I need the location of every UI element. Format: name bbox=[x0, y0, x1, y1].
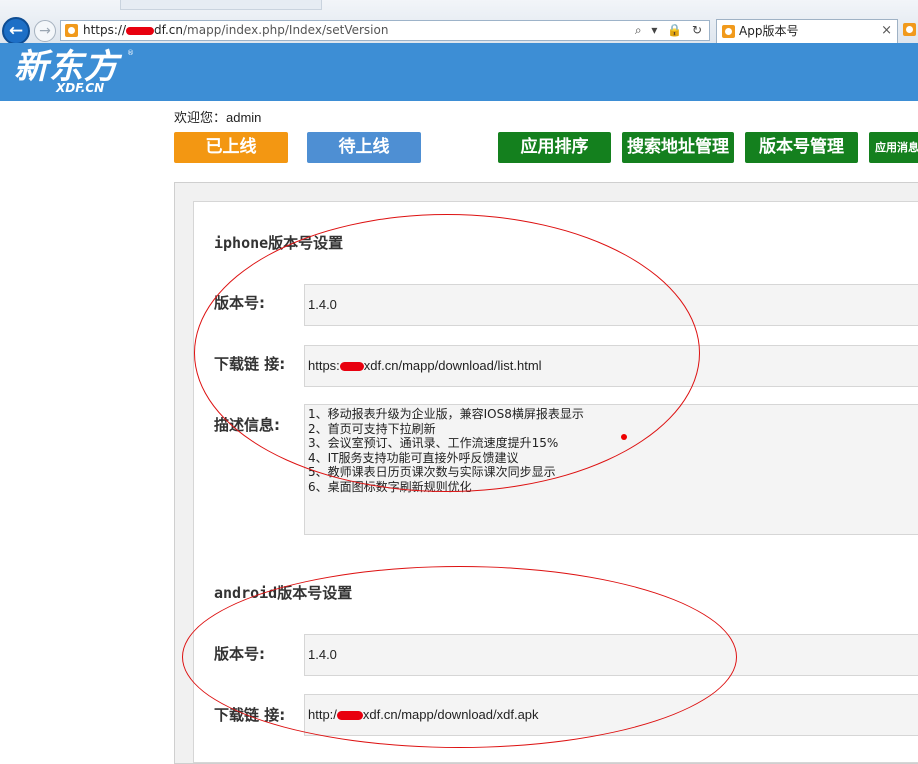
next-tab-favicon-icon bbox=[903, 23, 916, 36]
desc-line: 6、桌面图标数字刷新规则优化 bbox=[308, 479, 472, 494]
logo-trademark: ® bbox=[127, 49, 134, 57]
welcome-text: 欢迎您：admin bbox=[174, 110, 262, 125]
site-favicon-icon bbox=[65, 24, 78, 37]
address-bar[interactable]: https://df.cn/mapp/index.php/Index/setVe… bbox=[60, 20, 710, 41]
iphone-download-label: 下载链 接: bbox=[214, 355, 286, 373]
search-address-button[interactable]: 搜索地址管理 bbox=[622, 132, 734, 163]
tab-app-version[interactable]: App版本号 × bbox=[716, 19, 898, 43]
forward-arrow-icon: → bbox=[39, 23, 51, 39]
app-sort-button[interactable]: 应用排序 bbox=[498, 132, 611, 163]
redaction-mark bbox=[339, 362, 364, 372]
desc-line: 1、移动报表升级为企业版，兼容IOS8横屏报表显示 bbox=[308, 407, 584, 421]
tab-favicon-icon bbox=[722, 25, 735, 38]
logo-subtitle: XDF.CN bbox=[56, 81, 105, 95]
version-manage-button[interactable]: 版本号管理 bbox=[745, 132, 858, 163]
forward-button[interactable]: → bbox=[34, 20, 56, 42]
android-download-input[interactable]: http:/xdf.cn/mapp/download/xdf.apk bbox=[304, 694, 918, 736]
iphone-section-title: iphone版本号设置 bbox=[214, 234, 344, 252]
desc-line: 2、首页可支持下拉刷新 bbox=[308, 421, 436, 436]
background-tab[interactable] bbox=[120, 0, 322, 10]
browser-toolbar: ← → https://df.cn/mapp/index.php/Index/s… bbox=[0, 0, 918, 45]
android-download-label: 下载链 接: bbox=[214, 706, 286, 724]
desc-line: 3、会议室预订、通讯录、工作流速度提升15% bbox=[308, 436, 559, 450]
pending-apps-button[interactable]: 待上线 bbox=[307, 132, 421, 163]
iphone-desc-textarea[interactable]: 1、移动报表升级为企业版，兼容IOS8横屏报表显示 2、首页可支持下拉刷新 3、… bbox=[304, 404, 918, 535]
online-apps-button[interactable]: 已上线 bbox=[174, 132, 288, 163]
app-message-button[interactable]: 应用消息 bbox=[869, 132, 918, 163]
android-version-label: 版本号: bbox=[214, 645, 265, 663]
iphone-desc-label: 描述信息: bbox=[214, 416, 280, 434]
redaction-mark bbox=[336, 711, 363, 721]
iphone-version-label: 版本号: bbox=[214, 294, 265, 312]
tab-close-icon[interactable]: × bbox=[881, 23, 892, 38]
iphone-version-input[interactable]: 1.4.0 bbox=[304, 284, 918, 326]
android-section-title: android版本号设置 bbox=[214, 584, 353, 602]
redaction-mark bbox=[126, 26, 155, 35]
iphone-download-input[interactable]: https: xdf.cn/mapp/download/list.html bbox=[304, 345, 918, 387]
desc-line: 5、教师课表日历页课次数与实际课次同步显示 bbox=[308, 465, 556, 479]
android-version-input[interactable]: 1.4.0 bbox=[304, 634, 918, 676]
next-tab[interactable] bbox=[902, 21, 918, 41]
tab-title: App版本号 bbox=[739, 24, 799, 38]
back-arrow-icon: ← bbox=[8, 21, 24, 41]
address-url[interactable]: https://df.cn/mapp/index.php/Index/setVe… bbox=[83, 23, 388, 38]
site-header: 新东方 XDF.CN ® bbox=[0, 43, 918, 101]
address-bar-icons[interactable]: ⌕ ▾ 🔒 ↻ bbox=[635, 22, 705, 39]
back-button[interactable]: ← bbox=[2, 17, 30, 45]
desc-line: 4、IT服务支持功能可直接外呼反馈建议 bbox=[308, 450, 519, 465]
